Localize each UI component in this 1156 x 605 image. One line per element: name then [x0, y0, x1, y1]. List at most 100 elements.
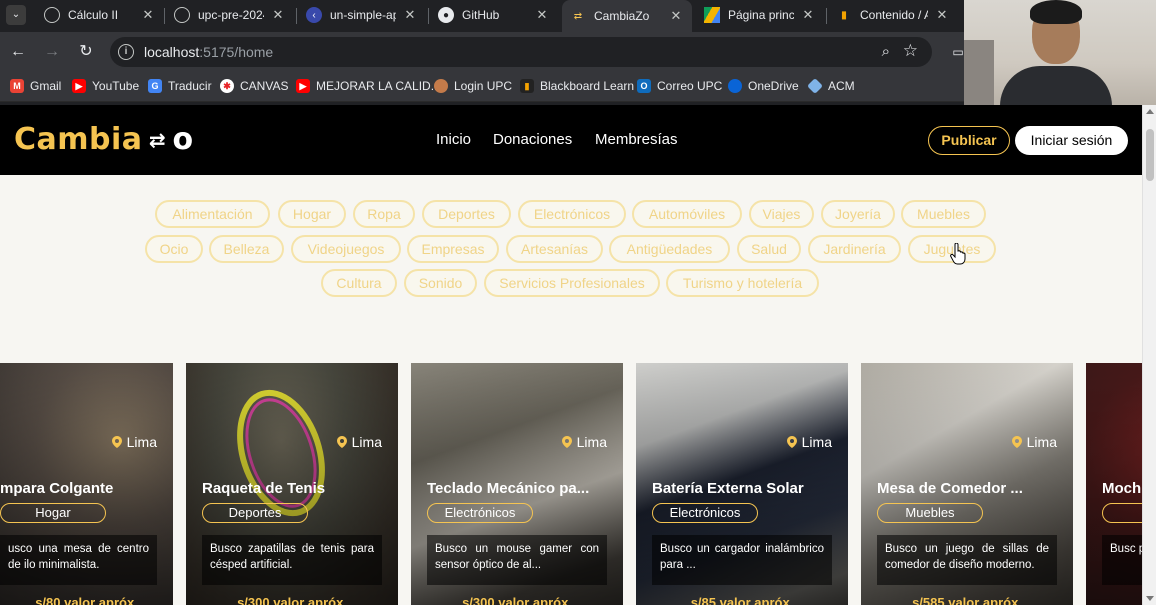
bookmark-acm[interactable]: ACM — [807, 78, 855, 94]
tab-title: CambiaZo — [594, 9, 650, 23]
category-chip[interactable]: Videojuegos — [291, 235, 401, 263]
category-chip[interactable]: Sonido — [404, 269, 477, 297]
product-card[interactable]: Lima Mesa de Comedor ... Muebles Busco u… — [861, 363, 1073, 605]
category-chip[interactable]: Artesanías — [506, 235, 603, 263]
close-tab-icon[interactable]: ✕ — [668, 8, 684, 24]
browser-tab[interactable]: ▮ Contenido / A ✕ — [828, 0, 958, 30]
product-card[interactable]: Lima Teclado Mecánico pa... Electrónicos… — [411, 363, 623, 605]
close-tab-icon[interactable]: ✕ — [534, 7, 550, 23]
bookmark-login-upc[interactable]: Login UPC — [434, 79, 512, 93]
card-category-badge: Electrónicos — [652, 503, 758, 523]
location-pin-icon — [786, 436, 797, 448]
browser-tab-active[interactable]: ⇄ CambiaZo ✕ — [562, 0, 692, 32]
browser-tab[interactable]: Página principal ✕ — [696, 0, 824, 30]
category-chip[interactable]: Ropa — [353, 200, 415, 228]
browser-tab[interactable]: ‹ un-simple-app ✕ — [298, 0, 426, 30]
page-scrollbar[interactable] — [1142, 105, 1156, 605]
card-description: usco una mesa de centro de ilo minimalis… — [0, 535, 157, 585]
bookmark-blackboard[interactable]: ▮ Blackboard Learn — [520, 79, 634, 93]
url-path: :5175/home — [199, 44, 274, 60]
site-info-icon[interactable]: i — [118, 44, 134, 60]
tab-search-menu-button[interactable]: ⌄ — [6, 5, 26, 25]
reload-icon[interactable]: ↻ — [74, 40, 98, 64]
browser-tab[interactable]: ● GitHub ✕ — [430, 0, 558, 30]
category-chip[interactable]: Muebles — [901, 200, 986, 228]
close-tab-icon[interactable]: ✕ — [800, 7, 816, 23]
url-text[interactable]: localhost:5175/home — [144, 44, 273, 60]
card-description: Busco un mouse gamer con sensor óptico d… — [427, 535, 607, 585]
category-chip[interactable]: Empresas — [407, 235, 499, 263]
product-card[interactable]: Lima mpara Colgante Hogar usco una mesa … — [0, 363, 173, 605]
browser-tab[interactable]: upc-pre-2024 ✕ — [166, 0, 294, 30]
cambiazo-logo[interactable]: Cambia ⇄ o — [14, 122, 194, 157]
category-chip[interactable]: Electrónicos — [518, 200, 626, 228]
location-pin-icon — [1011, 436, 1022, 448]
back-arrow-icon[interactable]: ← — [6, 40, 30, 64]
github-icon: ● — [438, 7, 454, 23]
category-chip[interactable]: Servicios Profesionales — [484, 269, 660, 297]
card-category-badge: Deportes — [202, 503, 308, 523]
browser-tab[interactable]: Cálculo II ✕ — [36, 0, 164, 30]
translate-icon: G — [148, 79, 162, 93]
bookmark-gmail[interactable]: M Gmail — [10, 79, 61, 93]
swap-arrows-icon: ⇄ — [148, 127, 167, 152]
drive-icon — [704, 7, 720, 23]
nav-link-donaciones[interactable]: Donaciones — [493, 131, 572, 148]
close-tab-icon[interactable]: ✕ — [140, 7, 156, 23]
category-chip[interactable]: Turismo y hotelería — [666, 269, 819, 297]
card-location: Lima — [336, 434, 382, 450]
bookmark-label: Correo UPC — [657, 79, 723, 93]
close-tab-icon[interactable]: ✕ — [402, 7, 418, 23]
bookmark-label: Gmail — [30, 79, 62, 93]
hand-pointer-cursor-icon — [950, 243, 966, 265]
category-chip[interactable]: Cultura — [321, 269, 397, 297]
avatar-icon — [434, 79, 448, 93]
card-location-text: Lima — [351, 434, 382, 450]
product-card[interactable]: Lima Raqueta de Tenis Deportes Busco zap… — [186, 363, 398, 605]
card-title: Raqueta de Tenis — [202, 480, 326, 497]
nav-link-membresias[interactable]: Membresías — [595, 131, 678, 148]
zoom-icon[interactable]: ⌕ — [882, 43, 890, 60]
category-chip[interactable]: Joyería — [821, 200, 895, 228]
category-chip[interactable]: Automóviles — [632, 200, 742, 228]
forward-arrow-icon[interactable]: → — [40, 40, 64, 64]
bookmark-mejorar[interactable]: ▶ MEJORAR LA CALID... — [296, 79, 441, 93]
acm-icon — [807, 78, 823, 94]
bookmark-onedrive[interactable]: OneDrive — [728, 79, 799, 93]
bookmark-canvas[interactable]: ✱ CANVAS — [220, 79, 288, 93]
category-chip[interactable]: Antigüedades — [609, 235, 730, 263]
scroll-up-icon[interactable] — [1146, 109, 1154, 114]
bookmark-star-icon[interactable]: ☆ — [903, 41, 918, 61]
close-tab-icon[interactable]: ✕ — [934, 7, 950, 23]
category-chip[interactable]: Jardinería — [808, 235, 901, 263]
tab-title: upc-pre-2024 — [198, 8, 264, 22]
publish-button[interactable]: Publicar — [928, 126, 1010, 155]
scroll-thumb[interactable] — [1146, 129, 1154, 181]
card-location: Lima — [786, 434, 832, 450]
scroll-down-icon[interactable] — [1146, 596, 1154, 601]
close-tab-icon[interactable]: ✕ — [270, 7, 286, 23]
tab-title: Cálculo II — [68, 8, 119, 22]
bookmark-youtube[interactable]: ▶ YouTube — [72, 79, 139, 93]
category-chip[interactable]: Alimentación — [155, 200, 270, 228]
category-chip[interactable]: Ocio — [145, 235, 203, 263]
bookmark-label: ACM — [828, 79, 855, 93]
category-chip[interactable]: Belleza — [209, 235, 284, 263]
address-bar[interactable]: i localhost:5175/home ⌕ ☆ — [110, 37, 932, 67]
page-content: Alimentación Hogar Ropa Deportes Electró… — [0, 175, 1142, 605]
category-chip[interactable]: Viajes — [749, 200, 814, 228]
product-card[interactable]: Moch De Busc para d — [1086, 363, 1142, 605]
product-card[interactable]: Lima Batería Externa Solar Electrónicos … — [636, 363, 848, 605]
card-location: Lima — [1011, 434, 1057, 450]
site-header: Cambia ⇄ o Inicio Donaciones Membresías Pu… — [0, 105, 1142, 175]
bookmark-correo-upc[interactable]: O Correo UPC — [637, 79, 722, 93]
nav-link-inicio[interactable]: Inicio — [436, 131, 471, 148]
category-chip[interactable]: Deportes — [422, 200, 511, 228]
login-button[interactable]: Iniciar sesión — [1015, 126, 1128, 155]
card-price: s/80 valor apróx. — [35, 595, 138, 605]
card-location-text: Lima — [801, 434, 832, 450]
bookmark-traducir[interactable]: G Traducir — [148, 79, 212, 93]
category-chip[interactable]: Hogar — [278, 200, 346, 228]
url-host: localhost — [144, 44, 200, 60]
category-chip[interactable]: Salud — [737, 235, 801, 263]
